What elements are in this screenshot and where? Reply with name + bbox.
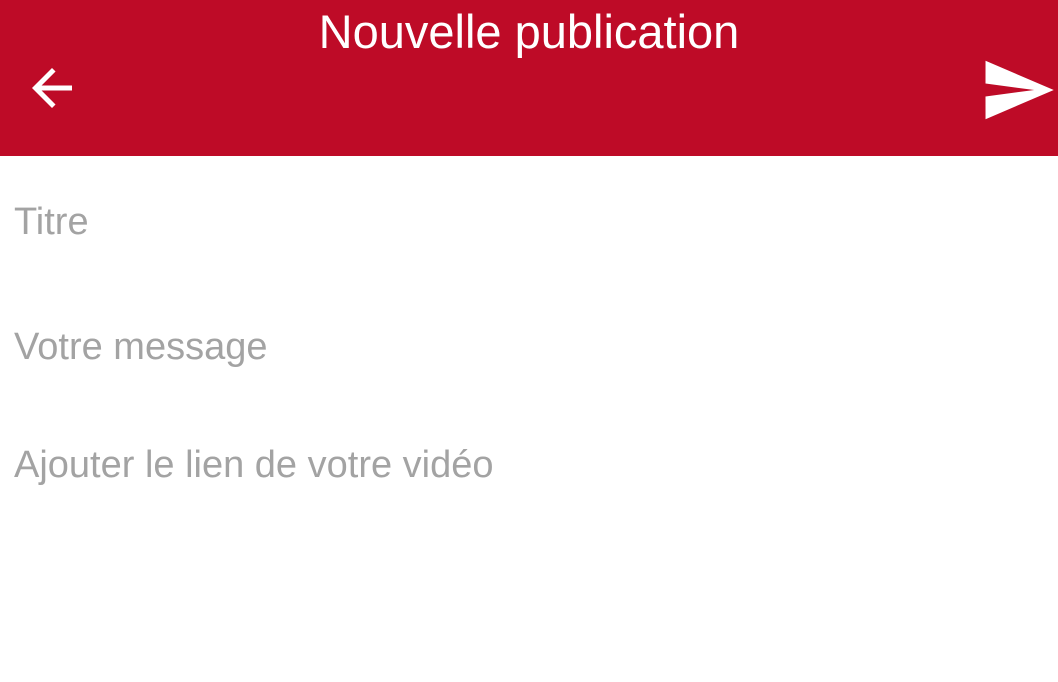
message-input[interactable] [0, 288, 1058, 406]
app-toolbar: Nouvelle publication [0, 0, 1058, 156]
send-icon [985, 60, 1054, 120]
post-form [0, 156, 1058, 524]
page-title: Nouvelle publication [318, 5, 740, 58]
video-link-input[interactable] [0, 406, 1058, 524]
title-input[interactable] [0, 156, 1058, 288]
send-button[interactable] [978, 50, 1058, 130]
new-post-screen: Nouvelle publication [0, 0, 1058, 682]
